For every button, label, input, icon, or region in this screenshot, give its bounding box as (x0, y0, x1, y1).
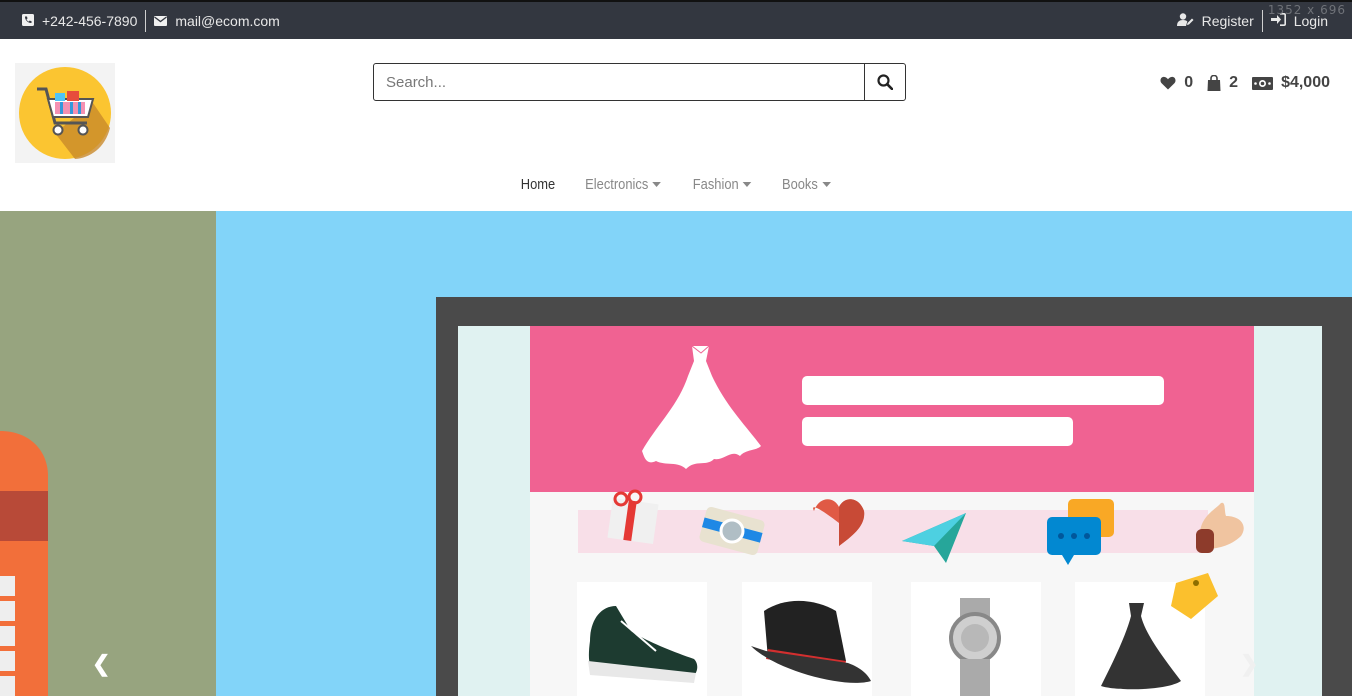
cart[interactable]: 2 (1207, 74, 1238, 92)
nav-item-label: Fashion (692, 176, 739, 193)
dimension-overlay: 1352 x 696 (1267, 3, 1346, 17)
shop-front-illustration (0, 431, 48, 696)
nav-item-electronics[interactable]: Electronics (585, 176, 661, 193)
main-nav: Home Electronics Fashion Books (0, 176, 1352, 193)
online-shop-illustration (436, 297, 1352, 696)
site-logo[interactable] (15, 63, 115, 163)
caret-down-icon (821, 182, 831, 187)
phone-icon (22, 13, 34, 29)
nav-item-home[interactable]: Home (521, 176, 555, 193)
cart-count: 2 (1229, 74, 1239, 91)
search-input[interactable] (374, 64, 864, 100)
header-stats: 0 2 $4,000 (1160, 74, 1330, 92)
phone-number: +242-456-7890 (42, 12, 138, 29)
caret-down-icon (652, 182, 661, 187)
search-button[interactable] (864, 64, 905, 100)
carousel-next-chevron-icon[interactable]: ❯ (1240, 651, 1258, 677)
nav-item-books[interactable]: Books (781, 176, 831, 193)
shopping-bag-icon (1207, 75, 1221, 91)
email-contact: mail@ecom.com (154, 12, 280, 29)
user-edit-icon (1176, 12, 1194, 29)
contact-info: +242-456-7890 mail@ecom.com (22, 2, 280, 39)
previous-slide-peek: ❮ (0, 211, 216, 696)
nav-item-label: Electronics (584, 176, 649, 193)
wishlist-count: 0 (1184, 74, 1194, 91)
nav-item-label: Home (520, 176, 555, 193)
shopping-cart-logo-icon (19, 67, 111, 159)
money-bill-icon (1252, 76, 1274, 90)
caret-down-icon (743, 182, 752, 187)
envelope-icon (154, 13, 168, 29)
carousel-prev-chevron-icon[interactable]: ❮ (92, 651, 110, 677)
hero-carousel: ❮ ❯ (0, 211, 1352, 696)
search-icon (877, 74, 893, 90)
register-label: Register (1201, 12, 1254, 29)
phone-contact: +242-456-7890 (22, 13, 137, 29)
top-bar: +242-456-7890 mail@ecom.com Register Log… (0, 0, 1352, 39)
heart-icon (1160, 76, 1176, 90)
divider (1261, 9, 1263, 32)
account-balance: $4,000 (1252, 74, 1330, 92)
register-link[interactable]: Register (1176, 12, 1254, 29)
search-bar (373, 63, 906, 101)
email-address: mail@ecom.com (175, 12, 280, 29)
wishlist[interactable]: 0 (1160, 74, 1193, 92)
divider (145, 9, 147, 32)
nav-item-label: Books (781, 176, 818, 193)
balance-amount: $4,000 (1281, 74, 1330, 91)
nav-item-fashion[interactable]: Fashion (693, 176, 752, 193)
